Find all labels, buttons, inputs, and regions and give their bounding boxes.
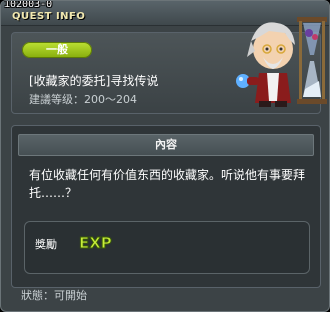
content-section-header: 內容 (18, 134, 314, 156)
hourglass-icon (297, 17, 327, 104)
quest-content-panel: 內容 有位收藏任何有价值东西的收藏家。听说他有事要拜托……？ 獎勵 EXP (11, 125, 321, 288)
category-badge: 一般 (22, 42, 92, 58)
npc-collector-portrait (236, 17, 327, 107)
reward-box: 獎勵 EXP (24, 221, 310, 274)
quest-description: 有位收藏任何有价值东西的收藏家。听说他有事要拜托……？ (29, 168, 306, 200)
level-range: 200～204 (84, 93, 137, 106)
quest-level: 建議等级：200～204 (29, 91, 137, 107)
window-title: QUEST INFO (12, 11, 86, 22)
exp-icon-text: EXP (79, 234, 112, 252)
quest-id: 102003-0 (4, 0, 53, 10)
level-label: 建議等级： (29, 93, 84, 106)
quest-info-window: 102003-0 QUEST INFO 一般 [收藏家的委托]寻找传说 建議等级… (0, 0, 330, 312)
quest-name: [收藏家的委托]寻找传说 (29, 74, 159, 88)
exp-icon[interactable]: EXP (78, 231, 114, 253)
quest-status: 狀態：可開始 (21, 289, 87, 302)
reward-label: 獎勵 (35, 238, 57, 251)
